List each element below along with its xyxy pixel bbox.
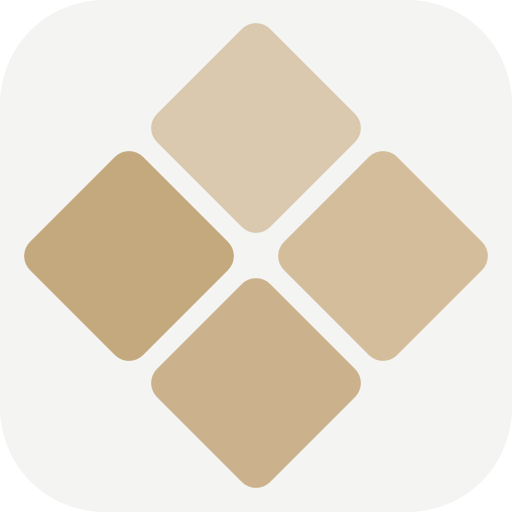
- app-icon[interactable]: [0, 0, 512, 512]
- diamond-tiles-icon: [0, 0, 512, 512]
